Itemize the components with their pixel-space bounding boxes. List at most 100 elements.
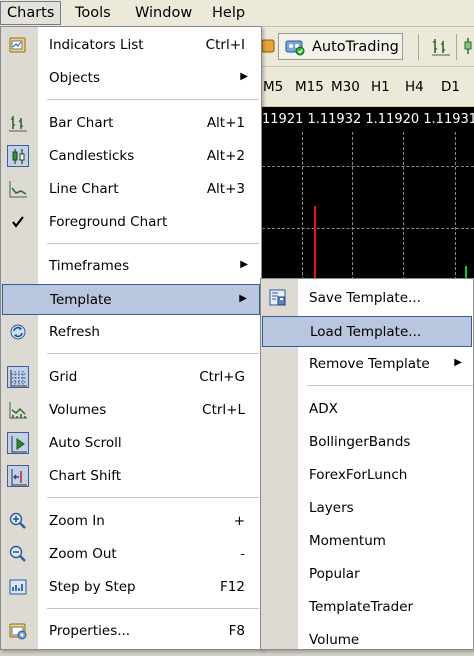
menu-item-label: Chart Shift (49, 468, 122, 484)
menu-item-bar-chart[interactable]: Bar Chart Alt+1 (2, 108, 260, 139)
menu-item-label: Zoom Out (49, 546, 117, 562)
submenu-item-label: TemplateTrader (309, 599, 414, 615)
submenu-arrow-icon: ▶ (454, 357, 462, 368)
menu-item-objects[interactable]: Objects ▶ (2, 63, 260, 94)
timeframe-m30[interactable]: M30 (331, 79, 360, 95)
menu-item-volumes[interactable]: Volumes Ctrl+L (2, 395, 260, 426)
chart-gridline (455, 132, 456, 285)
autotrading-icon (284, 38, 306, 56)
submenu-item-label: Volume (309, 632, 360, 648)
menu-separator (47, 497, 259, 498)
menu-item-label: Step by Step (49, 579, 136, 595)
submenu-item-label: Layers (309, 500, 354, 516)
submenu-item-template[interactable]: ADX (262, 394, 472, 425)
submenu-item-template[interactable]: Momentum (262, 526, 472, 557)
indicators-list-icon (7, 34, 29, 56)
timeframe-m5[interactable]: M5 (263, 79, 283, 95)
menu-item-foreground-chart[interactable]: Foreground Chart (2, 207, 260, 238)
submenu-item-template[interactable]: BollingerBands (262, 427, 472, 458)
menu-item-shortcut: Ctrl+I (205, 37, 245, 53)
submenu-item-load-template[interactable]: Load Template... (262, 316, 472, 347)
submenu-item-template[interactable]: Popular (262, 559, 472, 590)
menu-item-label: Volumes (49, 402, 107, 418)
menubar-tools[interactable]: Tools (69, 1, 117, 25)
menu-item-label: Refresh (49, 324, 100, 340)
submenu-arrow-icon: ▶ (240, 71, 248, 82)
chart-price-info: 11921 1.11932 1.11920 1.11931 (262, 112, 474, 127)
menu-item-auto-scroll[interactable]: Auto Scroll (2, 428, 260, 459)
menubar: Charts Tools Window Help (0, 0, 474, 27)
menu-separator (47, 353, 259, 354)
menu-separator (47, 243, 259, 244)
menu-item-shortcut: Ctrl+L (202, 402, 245, 418)
menu-item-indicators-list[interactable]: Indicators List Ctrl+I (2, 30, 260, 61)
menu-item-label: Candlesticks (49, 148, 135, 164)
menu-separator (47, 608, 259, 609)
properties-icon (7, 620, 29, 642)
submenu-item-label: Momentum (309, 533, 386, 549)
submenu-item-label: Load Template... (310, 324, 422, 340)
menu-item-refresh[interactable]: Refresh (2, 317, 260, 348)
price-chart[interactable] (260, 107, 474, 285)
menu-item-shortcut: Alt+1 (206, 115, 245, 131)
menu-item-candlesticks[interactable]: Candlesticks Alt+2 (2, 141, 260, 172)
menu-item-shortcut: F12 (220, 579, 245, 595)
menu-item-zoom-in[interactable]: Zoom In + (2, 506, 260, 537)
submenu-item-save-template[interactable]: Save Template... (262, 283, 472, 314)
menu-item-shortcut: F8 (228, 623, 245, 639)
submenu-item-label: Remove Template (309, 356, 430, 372)
menu-item-chart-shift[interactable]: Chart Shift (2, 461, 260, 492)
menu-item-properties[interactable]: Properties... F8 (2, 616, 260, 647)
menu-item-label: Auto Scroll (49, 435, 122, 451)
menu-item-shortcut: Alt+3 (206, 181, 245, 197)
chart-gridline (262, 228, 474, 229)
menu-item-shortcut: Ctrl+G (199, 369, 245, 385)
menubar-help[interactable]: Help (206, 1, 251, 25)
submenu-item-template[interactable]: Layers (262, 493, 472, 524)
chart-shift-icon (7, 465, 29, 487)
bar-chart-icon (7, 112, 29, 134)
menu-item-step-by-step[interactable]: Step by Step F12 (2, 572, 260, 603)
menu-item-grid[interactable]: Grid Ctrl+G (2, 362, 260, 393)
timeframe-m15[interactable]: M15 (295, 79, 324, 95)
timeframe-h1[interactable]: H1 (371, 79, 390, 95)
menu-item-label: Timeframes (49, 258, 130, 274)
menu-item-template[interactable]: Template ▶ (2, 284, 260, 315)
menubar-charts[interactable]: Charts (0, 1, 62, 25)
chart-candle (314, 206, 316, 285)
chart-gridline (352, 132, 353, 285)
zoom-out-icon (7, 543, 29, 565)
chart-gridline (262, 166, 474, 167)
menu-item-label: Foreground Chart (49, 214, 168, 230)
menu-item-label: Objects (49, 70, 101, 86)
menu-item-shortcut: - (240, 546, 245, 562)
submenu-item-label: Save Template... (309, 290, 421, 306)
menu-separator (47, 99, 259, 100)
toolbar-separator (456, 34, 457, 60)
menubar-window[interactable]: Window (129, 1, 198, 25)
submenu-item-label: Popular (309, 566, 360, 582)
menu-item-shortcut: + (233, 513, 245, 529)
timeframe-h4[interactable]: H4 (405, 79, 424, 95)
toolbar-bar-chart-icon[interactable] (431, 36, 451, 56)
toolbar-candle-icon[interactable] (462, 36, 474, 56)
timeframe-d1[interactable]: D1 (441, 79, 460, 95)
menu-item-label: Indicators List (49, 37, 144, 53)
zoom-in-icon (7, 510, 29, 532)
auto-scroll-icon (7, 432, 29, 454)
autotrading-button[interactable]: AutoTrading (278, 33, 403, 60)
menu-item-label: Bar Chart (49, 115, 114, 131)
menu-item-shortcut: Alt+2 (206, 148, 245, 164)
submenu-item-template[interactable]: Volume (262, 625, 472, 656)
menu-separator (307, 385, 473, 386)
menu-item-label: Zoom In (49, 513, 105, 529)
submenu-item-label: BollingerBands (309, 434, 411, 450)
menu-item-timeframes[interactable]: Timeframes ▶ (2, 251, 260, 282)
grid-icon (7, 366, 29, 388)
submenu-item-remove-template[interactable]: Remove Template ▶ (262, 349, 472, 380)
submenu-item-template[interactable]: ForexForLunch (262, 460, 472, 491)
menu-item-zoom-out[interactable]: Zoom Out - (2, 539, 260, 570)
menu-item-line-chart[interactable]: Line Chart Alt+3 (2, 174, 260, 205)
line-chart-icon (7, 178, 29, 200)
submenu-item-template[interactable]: TemplateTrader (262, 592, 472, 623)
